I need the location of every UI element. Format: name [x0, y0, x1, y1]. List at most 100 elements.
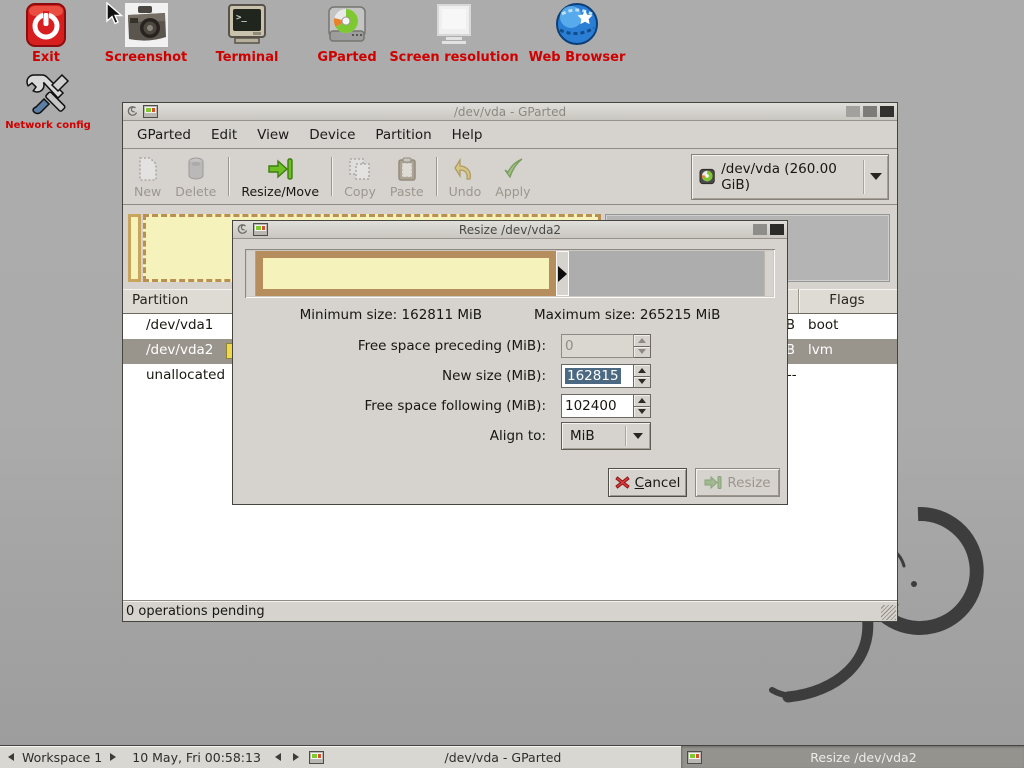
apply-button[interactable]: Apply — [488, 152, 537, 202]
paste-icon — [397, 155, 417, 181]
window-menu-swirl-icon[interactable] — [126, 105, 139, 118]
network-config-tools-icon — [24, 71, 72, 117]
following-input[interactable]: 102400 — [561, 394, 634, 418]
field-row-following: Free space following (MiB): 102400 — [233, 394, 787, 418]
workspace-next-icon[interactable] — [110, 753, 116, 761]
following-spinner[interactable] — [634, 394, 651, 418]
menu-device[interactable]: Device — [299, 121, 365, 148]
resize-label: Resize — [727, 475, 770, 491]
copy-button[interactable]: Copy — [337, 152, 383, 202]
copy-icon — [348, 155, 372, 181]
dialog-titlebar[interactable]: Resize /dev/vda2 — [233, 221, 787, 239]
cancel-button[interactable]: Cancel — [608, 468, 687, 497]
terminal-crt-icon: >_ — [227, 3, 267, 47]
resize-arrow-icon — [704, 475, 722, 490]
close-button[interactable] — [880, 106, 894, 117]
handle-arrow-icon — [558, 266, 567, 282]
gparted-app-mini-icon — [687, 751, 702, 764]
column-header-partition[interactable]: Partition — [132, 292, 188, 308]
status-bar: 0 operations pending — [123, 600, 897, 621]
toolbar-separator — [436, 157, 437, 196]
toolbar: New Delete — [123, 149, 897, 205]
align-value: MiB — [562, 428, 625, 444]
paste-button[interactable]: Paste — [383, 152, 431, 202]
toolbar-separator — [331, 157, 332, 196]
undo-icon — [454, 155, 476, 181]
preceding-spinner — [634, 334, 651, 358]
menu-edit[interactable]: Edit — [201, 121, 247, 148]
delete-partition-icon — [186, 155, 206, 181]
minimize-button[interactable] — [846, 106, 860, 117]
prev-window-icon[interactable] — [275, 753, 281, 761]
new-size-input[interactable]: 162815 — [561, 364, 634, 388]
desktop-icon-gparted[interactable]: GParted — [305, 3, 389, 65]
taskbar-task-resize-dialog-active[interactable]: Resize /dev/vda2 — [681, 746, 1024, 768]
resize-move-button[interactable]: Resize/Move — [234, 152, 326, 202]
preceding-input: 0 — [561, 334, 634, 358]
new-size-spinner[interactable] — [634, 364, 651, 388]
next-window-icon[interactable] — [293, 753, 299, 761]
main-window-title: /dev/vda - GParted — [123, 105, 897, 119]
desktop-icon-label: Network config — [5, 120, 91, 131]
desktop-icon-screen-resolution[interactable]: Screen resolution — [386, 3, 522, 65]
field-row-preceding: Free space preceding (MiB): 0 — [233, 334, 787, 358]
menu-view[interactable]: View — [247, 121, 299, 148]
column-header-flags[interactable]: Flags — [799, 292, 895, 308]
delete-button[interactable]: Delete — [168, 152, 223, 202]
menu-gparted[interactable]: GParted — [127, 121, 201, 148]
new-size-label: New size (MiB): — [253, 368, 546, 384]
selected-text: 162815 — [565, 368, 621, 384]
cancel-label: Cancel — [635, 475, 681, 491]
resize-grip[interactable] — [881, 605, 896, 620]
workspace-prev-icon[interactable] — [8, 753, 14, 761]
taskbar-task-gparted[interactable]: /dev/vda - GParted — [303, 746, 681, 768]
close-button[interactable] — [770, 224, 784, 235]
desktop-icon-web-browser[interactable]: Web Browser — [520, 2, 634, 65]
resize-slider[interactable] — [245, 249, 775, 298]
task-label: Resize /dev/vda2 — [709, 750, 1018, 765]
cancel-x-icon — [615, 475, 630, 490]
desktop-icon-network-config[interactable]: Network config — [5, 71, 91, 131]
gparted-app-mini-icon — [309, 751, 324, 764]
chevron-down-icon — [633, 433, 643, 439]
taskbar: Workspace 1 10 May, Fri 00:58:13 /dev/vd… — [0, 745, 1024, 768]
web-browser-globe-icon — [554, 2, 600, 47]
clock: 10 May, Fri 00:58:13 — [122, 746, 267, 768]
desktop-icon-terminal[interactable]: >_ Terminal — [204, 3, 290, 65]
window-cycle-buttons[interactable] — [267, 746, 303, 768]
workspace-label: Workspace 1 — [22, 750, 102, 765]
workspace-switcher[interactable]: Workspace 1 — [0, 746, 122, 768]
desktop-icon-exit[interactable]: Exit — [10, 3, 82, 65]
gparted-disk-icon — [326, 3, 368, 47]
gparted-app-mini-icon — [253, 223, 268, 236]
resize-button[interactable]: Resize — [695, 468, 780, 497]
camera-icon — [124, 3, 169, 47]
device-selector-value: /dev/vda (260.00 GiB) — [721, 161, 863, 193]
slider-left-cap — [247, 251, 256, 296]
slider-resize-handle[interactable] — [556, 251, 569, 296]
menu-partition[interactable]: Partition — [365, 121, 441, 148]
desktop: Exit Screenshot >_ Terminal — [0, 0, 1024, 768]
maximize-button[interactable] — [753, 224, 767, 235]
maximum-size-label: Maximum size: 265215 MiB — [534, 307, 720, 323]
desktop-icon-label: GParted — [317, 50, 376, 65]
slider-partition-segment[interactable] — [256, 251, 556, 296]
desktop-icon-label: Screen resolution — [389, 50, 518, 65]
main-window-titlebar[interactable]: /dev/vda - GParted — [123, 103, 897, 121]
desktop-icon-label: Terminal — [216, 50, 279, 65]
align-dropdown[interactable]: MiB — [561, 422, 651, 450]
spin-down-icon — [638, 349, 646, 354]
undo-button[interactable]: Undo — [442, 152, 489, 202]
spin-down-icon — [638, 379, 646, 384]
maximize-button[interactable] — [863, 106, 877, 117]
screen-resolution-monitor-icon — [432, 3, 476, 47]
window-menu-swirl-icon[interactable] — [236, 223, 249, 236]
spin-up-icon — [638, 398, 646, 403]
status-text: 0 operations pending — [126, 604, 265, 619]
partition-block-vda1[interactable] — [128, 214, 141, 282]
align-label: Align to: — [253, 428, 546, 444]
device-selector[interactable]: /dev/vda (260.00 GiB) — [691, 154, 889, 200]
new-button[interactable]: New — [127, 152, 168, 202]
menu-help[interactable]: Help — [442, 121, 493, 148]
menu-bar: GParted Edit View Device Partition Help — [123, 121, 897, 149]
